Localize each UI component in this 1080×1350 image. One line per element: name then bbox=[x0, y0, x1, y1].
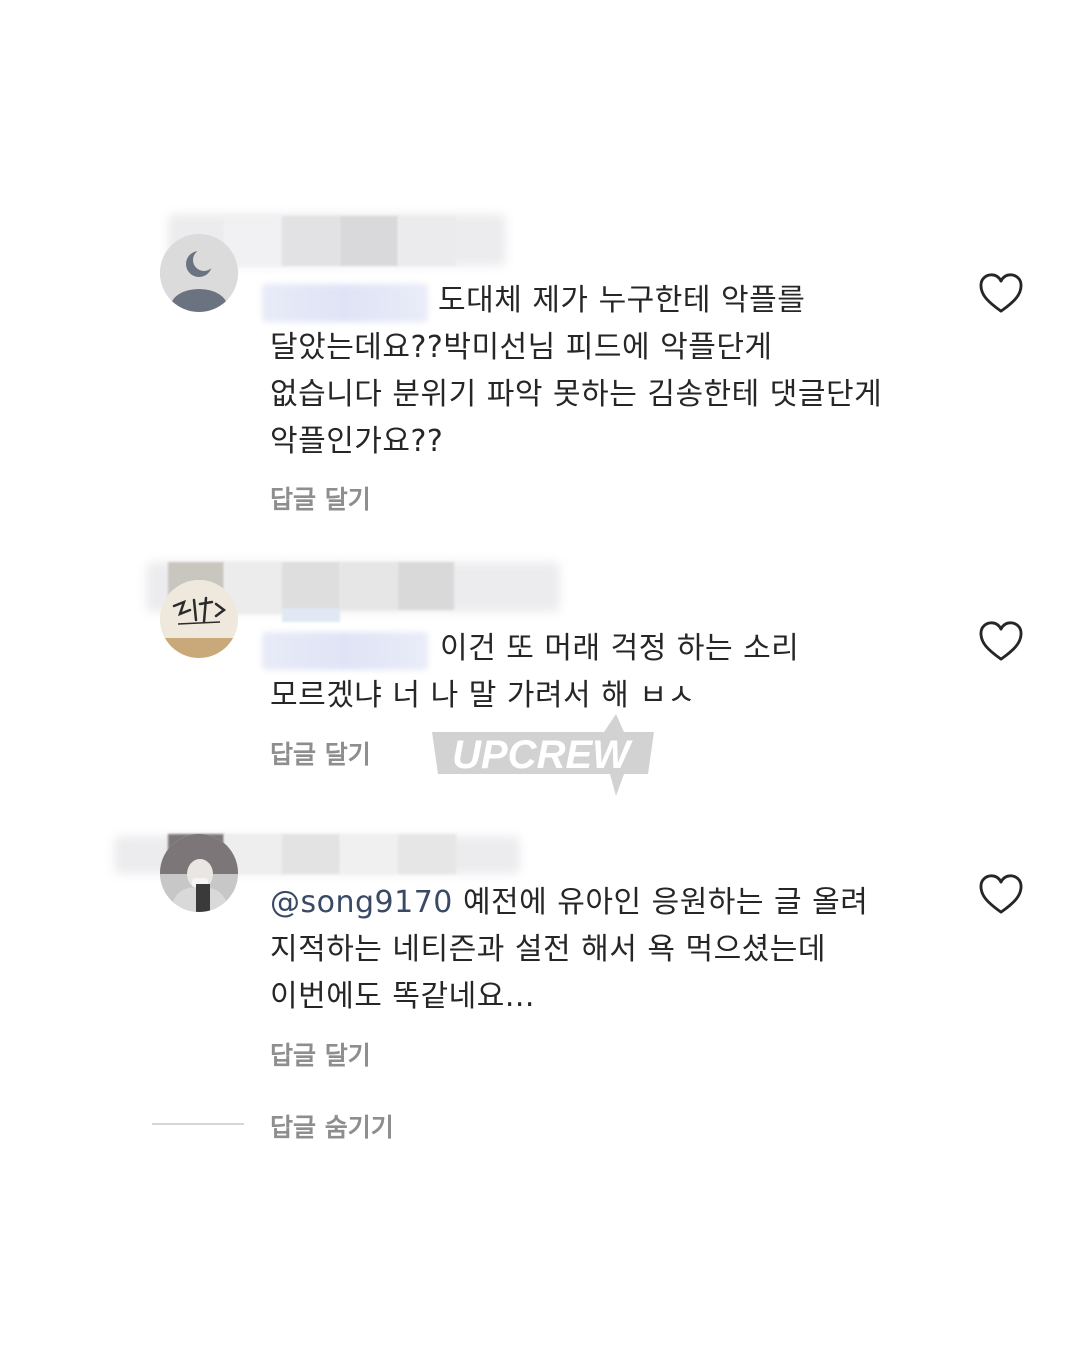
comment-text: 도대체 제가 누구한테 악플를 달았는데요??박미선님 피드에 악플단게 없습니… bbox=[270, 283, 883, 459]
avatar[interactable] bbox=[160, 234, 238, 312]
hide-replies-divider bbox=[152, 1123, 244, 1125]
comment-text: 이건 또 머래 걱정 하는 소리 모르겠냐 너 나 말 가려서 해 ㅂㅅ bbox=[270, 631, 800, 713]
avatar[interactable] bbox=[160, 580, 238, 658]
reply-button[interactable]: 답글 달기 bbox=[270, 735, 371, 771]
mention-link[interactable]: @song9170 bbox=[270, 885, 453, 920]
default-user-icon bbox=[160, 234, 238, 312]
logo-avatar-icon bbox=[160, 580, 238, 658]
photo-avatar-icon bbox=[160, 834, 238, 912]
hide-replies-button[interactable]: 답글 숨기기 bbox=[270, 1108, 394, 1144]
avatar[interactable] bbox=[160, 834, 238, 912]
reply-button[interactable]: 답글 달기 bbox=[270, 480, 371, 516]
comment-text: @song9170 예전에 유아인 응원하는 글 올려 지적하는 네티즌과 설전… bbox=[270, 885, 869, 1014]
svg-text:UPCREW: UPCREW bbox=[452, 733, 633, 777]
heart-outline-icon[interactable] bbox=[978, 272, 1024, 314]
upcrew-watermark: UPCREW bbox=[432, 714, 654, 796]
heart-outline-icon[interactable] bbox=[978, 873, 1024, 915]
reply-button[interactable]: 답글 달기 bbox=[270, 1036, 371, 1072]
heart-outline-icon[interactable] bbox=[978, 620, 1024, 662]
